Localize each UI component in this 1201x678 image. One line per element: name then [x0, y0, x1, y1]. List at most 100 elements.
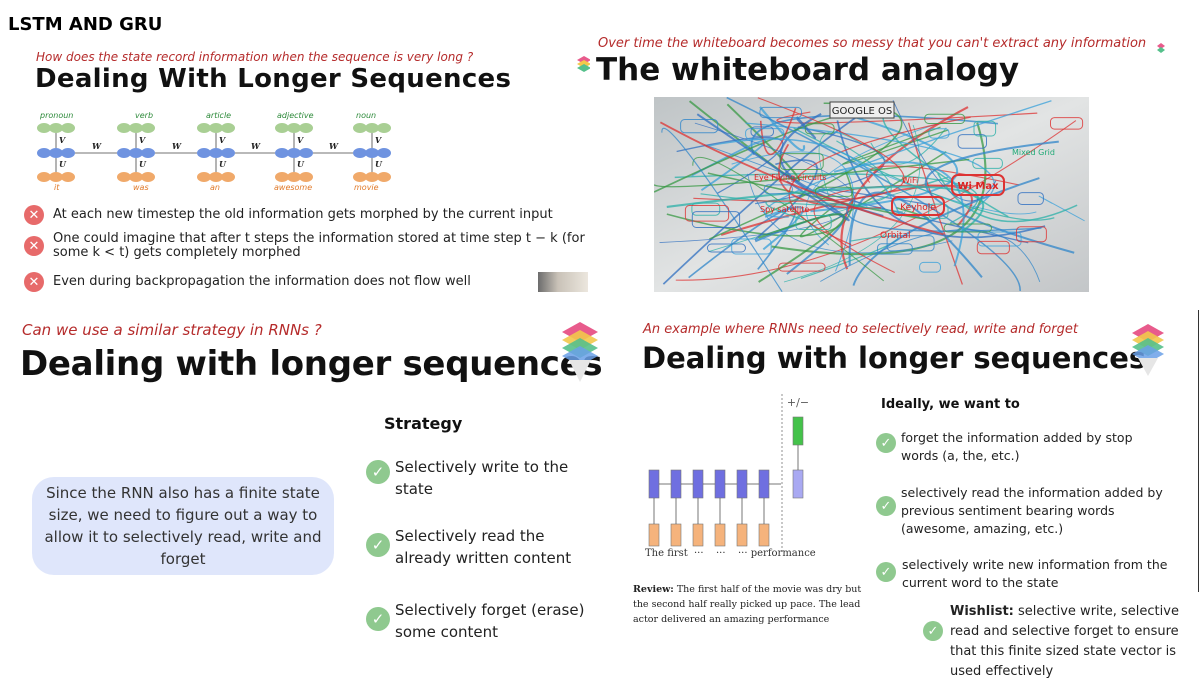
ideally-title: Ideally, we want to	[881, 397, 1020, 412]
output-node	[221, 123, 235, 133]
input-node	[221, 172, 235, 182]
input-cell	[714, 523, 726, 547]
panel-top-right: Over time the whiteboard becomes so mess…	[590, 30, 1201, 292]
ideal-item-text-2: selectively write new information from t…	[902, 557, 1168, 590]
tl-top-label-3: adjective	[277, 111, 314, 120]
u-label: U	[139, 159, 147, 169]
state-cell	[648, 469, 660, 499]
v-label: V	[219, 135, 226, 145]
state-node	[141, 148, 155, 158]
output-node	[129, 123, 143, 133]
output-node	[197, 123, 211, 133]
input-cell	[670, 523, 682, 547]
strategy-item-2: ✓ Selectively forget (erase) some conten…	[366, 599, 606, 643]
state-node	[377, 148, 391, 158]
ideal-item-1: ✓ selectively read the information added…	[876, 484, 1181, 538]
br-subtitle: An example where RNNs need to selectivel…	[643, 322, 1078, 337]
check-icon: ✓	[366, 533, 390, 557]
ideal-item-0: ✓ forget the information added by stop w…	[876, 429, 1176, 465]
tr-subtitle: Over time the whiteboard becomes so mess…	[598, 36, 1147, 51]
wishlist-label: Wishlist:	[950, 604, 1014, 619]
output-node	[209, 123, 223, 133]
input-cell	[648, 523, 660, 547]
bl-heading: Dealing with longer sequences	[20, 344, 603, 384]
divider-right	[1198, 310, 1199, 592]
u-label: U	[59, 159, 67, 169]
review-label: Review:	[633, 584, 674, 595]
x-icon: ✕	[24, 236, 44, 256]
input-cell	[758, 523, 770, 547]
check-icon: ✓	[366, 607, 390, 631]
output-node	[287, 123, 301, 133]
wishlist: ✓ Wishlist: selective write, selective r…	[923, 602, 1198, 678]
output-node	[353, 123, 367, 133]
whiteboard-word-2: Orbital	[880, 231, 911, 241]
state-cell	[714, 469, 726, 499]
input-node	[209, 172, 223, 182]
input-node	[117, 172, 131, 182]
tl-heading: Dealing With Longer Sequences	[35, 64, 512, 94]
check-icon: ✓	[876, 562, 896, 582]
output-node	[377, 123, 391, 133]
final-state-cell	[792, 469, 804, 499]
w-label: W	[251, 141, 261, 151]
strategy-item-text-2: Selectively forget (erase) some content	[395, 601, 585, 641]
check-icon: ✓	[366, 460, 390, 484]
br-heading: Dealing with longer sequences	[642, 341, 1147, 375]
rnn-unrolled-diagram: V U W V U W V U W V U W V U	[37, 123, 391, 182]
plus-minus-label: +/−	[787, 396, 809, 409]
input-cell	[692, 523, 704, 547]
panel-bottom-right: An example where RNNs need to selectivel…	[620, 310, 1198, 678]
diagram-label-dots-1: ···	[694, 548, 704, 559]
output-node	[365, 123, 379, 133]
v-label: V	[59, 135, 66, 145]
whiteboard-word-4: WiFi	[902, 176, 918, 185]
v-label: V	[297, 135, 304, 145]
state-node	[221, 148, 235, 158]
input-node	[299, 172, 313, 182]
check-icon: ✓	[876, 433, 896, 453]
w-label: W	[329, 141, 339, 151]
state-cell	[670, 469, 682, 499]
tl-bottom-label-0: it	[54, 183, 60, 192]
input-node	[49, 172, 63, 182]
state-cell	[692, 469, 704, 499]
diagram-label-dots-2: ···	[716, 548, 726, 559]
layers-icon	[1157, 43, 1165, 53]
state-node	[209, 148, 223, 158]
state-node	[129, 148, 143, 158]
tl-bullet-0: ✕ At each new timestep the old informati…	[24, 205, 589, 225]
u-label: U	[375, 159, 383, 169]
strategy-item-text-1: Selectively read the already written con…	[395, 527, 572, 567]
tl-bullet-text-0: At each new timestep the old information…	[53, 207, 553, 222]
v-label: V	[375, 135, 382, 145]
output-node	[117, 123, 131, 133]
input-node	[353, 172, 367, 182]
presenter-thumbnail	[538, 272, 588, 292]
strategy-item-text-0: Selectively write to the state	[395, 458, 569, 498]
input-node	[61, 172, 75, 182]
state-cell	[758, 469, 770, 499]
v-label: V	[139, 135, 146, 145]
tl-bottom-label-4: movie	[354, 183, 379, 192]
input-node	[37, 172, 51, 182]
tl-bullet-text-1: One could imagine that after t steps the…	[53, 231, 585, 260]
check-icon: ✓	[876, 496, 896, 516]
state-node	[61, 148, 75, 158]
output-node	[61, 123, 75, 133]
layers-icon	[577, 56, 590, 72]
input-node	[197, 172, 211, 182]
tl-top-label-4: noun	[356, 111, 377, 120]
panel-top-left: How does the state record information wh…	[0, 40, 590, 292]
diagram-label-performance: ··· performance	[738, 548, 816, 559]
w-label: W	[92, 141, 102, 151]
whiteboard-image: GOOGLE OS Wi Max Keyhole Orbital Spy sat…	[654, 97, 1089, 292]
whiteboard-word-0: Wi Max	[957, 181, 999, 192]
input-node	[377, 172, 391, 182]
input-node	[141, 172, 155, 182]
wishlist-text-block: Wishlist: selective write, selective rea…	[950, 602, 1198, 678]
output-node	[49, 123, 63, 133]
strategy-title: Strategy	[384, 414, 463, 433]
x-icon: ✕	[24, 272, 44, 292]
whiteboard-word-3: Spy satellite	[760, 205, 809, 214]
